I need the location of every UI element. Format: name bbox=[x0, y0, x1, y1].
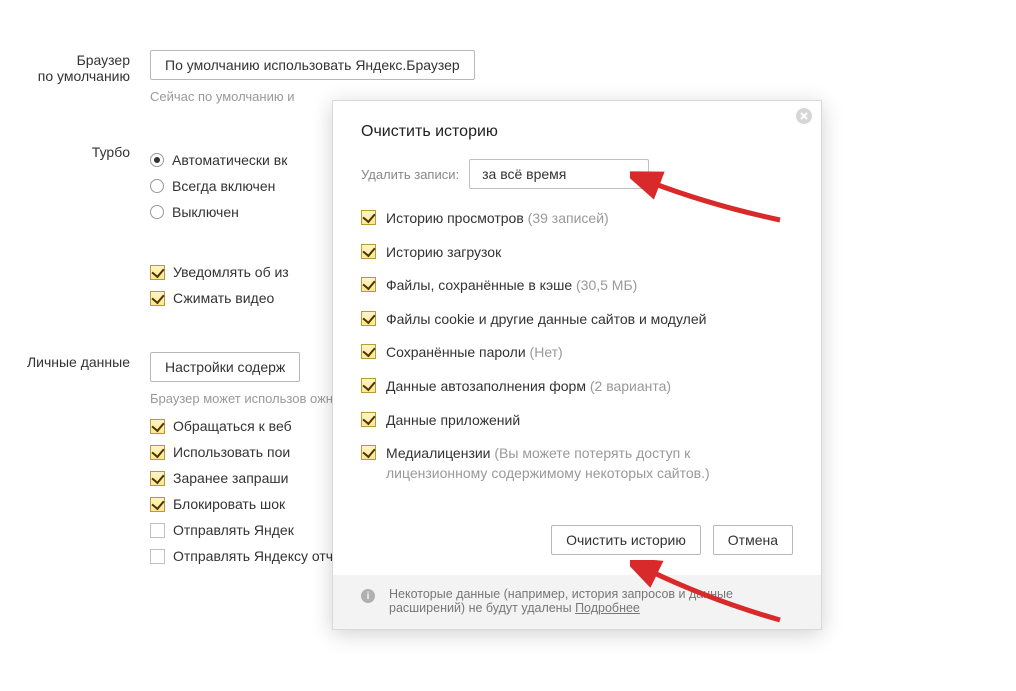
dialog-title: Очистить историю bbox=[361, 123, 793, 141]
checkbox-icon bbox=[361, 311, 376, 326]
content-settings-button[interactable]: Настройки содерж bbox=[150, 352, 300, 382]
clear-history-button[interactable]: Очистить историю bbox=[551, 525, 701, 555]
checkbox-icon bbox=[150, 471, 165, 486]
option-muted: (Нет) bbox=[530, 344, 563, 360]
clear-option-6[interactable]: Данные приложений bbox=[361, 411, 793, 431]
option-text: Историю загрузок bbox=[386, 243, 501, 263]
checkbox-icon bbox=[150, 291, 165, 306]
option-text: Данные приложений bbox=[386, 411, 520, 431]
checkbox-icon bbox=[361, 412, 376, 427]
checkbox-icon bbox=[150, 445, 165, 460]
clear-option-0[interactable]: Историю просмотров (39 записей) bbox=[361, 209, 793, 229]
check-label: Обращаться к веб bbox=[173, 418, 292, 434]
check-label: Сжимать видео bbox=[173, 290, 274, 306]
section-default-browser: Браузер по умолчанию По умолчанию исполь… bbox=[0, 50, 996, 106]
radio-label: Выключен bbox=[172, 204, 239, 220]
clear-option-1[interactable]: Историю загрузок bbox=[361, 243, 793, 263]
select-value: за всё время bbox=[482, 166, 566, 182]
checkbox-icon bbox=[150, 549, 165, 564]
check-label: Заранее запраши bbox=[173, 470, 288, 486]
radio-icon bbox=[150, 205, 164, 219]
checkbox-icon bbox=[361, 277, 376, 292]
checkbox-icon bbox=[150, 497, 165, 512]
clear-history-dialog: Очистить историю Удалить записи: за всё … bbox=[332, 100, 822, 630]
clear-option-7[interactable]: Медиалицензии (Вы можете потерять доступ… bbox=[361, 444, 793, 483]
option-muted: (2 варианта) bbox=[590, 378, 671, 394]
option-text: Данные автозаполнения форм (2 варианта) bbox=[386, 377, 671, 397]
checkbox-icon bbox=[361, 344, 376, 359]
option-text: Историю просмотров (39 записей) bbox=[386, 209, 609, 229]
option-text: Файлы cookie и другие данные сайтов и мо… bbox=[386, 310, 706, 330]
radio-label: Автоматически вк bbox=[172, 152, 287, 168]
checkbox-icon bbox=[150, 523, 165, 538]
checkbox-icon bbox=[361, 210, 376, 225]
option-muted: (39 записей) bbox=[528, 210, 609, 226]
option-muted: (Вы можете потерять доступ к лицензионно… bbox=[386, 445, 710, 481]
radio-label: Всегда включен bbox=[172, 178, 275, 194]
clear-option-3[interactable]: Файлы cookie и другие данные сайтов и мо… bbox=[361, 310, 793, 330]
option-text: Сохранённые пароли (Нет) bbox=[386, 343, 563, 363]
time-range-select[interactable]: за всё время bbox=[469, 159, 649, 189]
checkbox-icon bbox=[361, 244, 376, 259]
dialog-footer: i Некоторые данные (например, история за… bbox=[333, 575, 821, 629]
clear-option-4[interactable]: Сохранённые пароли (Нет) bbox=[361, 343, 793, 363]
checkbox-icon bbox=[361, 378, 376, 393]
check-label: Использовать пои bbox=[173, 444, 290, 460]
option-text: Медиалицензии (Вы можете потерять доступ… bbox=[386, 444, 793, 483]
clear-option-5[interactable]: Данные автозаполнения форм (2 варианта) bbox=[361, 377, 793, 397]
checkbox-icon bbox=[361, 445, 376, 460]
footer-text: Некоторые данные (например, история запр… bbox=[389, 587, 733, 615]
checkbox-icon bbox=[150, 419, 165, 434]
option-muted: (30,5 МБ) bbox=[576, 277, 637, 293]
check-label: Уведомлять об из bbox=[173, 264, 289, 280]
delete-range-label: Удалить записи: bbox=[361, 167, 459, 182]
check-label: Отправлять Яндек bbox=[173, 522, 294, 538]
radio-icon bbox=[150, 153, 164, 167]
option-text: Файлы, сохранённые в кэше (30,5 МБ) bbox=[386, 276, 637, 296]
section-label-default: Браузер по умолчанию bbox=[0, 50, 150, 106]
footer-more-link[interactable]: Подробнее bbox=[575, 601, 640, 615]
close-icon[interactable] bbox=[795, 107, 813, 125]
cancel-button[interactable]: Отмена bbox=[713, 525, 793, 555]
checkbox-icon bbox=[150, 265, 165, 280]
info-icon: i bbox=[361, 589, 375, 603]
clear-option-2[interactable]: Файлы, сохранённые в кэше (30,5 МБ) bbox=[361, 276, 793, 296]
section-label-turbo: Турбо bbox=[0, 142, 150, 316]
radio-icon bbox=[150, 179, 164, 193]
check-label: Блокировать шок bbox=[173, 496, 285, 512]
section-label-personal: Личные данные bbox=[0, 352, 150, 574]
default-browser-button[interactable]: По умолчанию использовать Яндекс.Браузер bbox=[150, 50, 475, 80]
